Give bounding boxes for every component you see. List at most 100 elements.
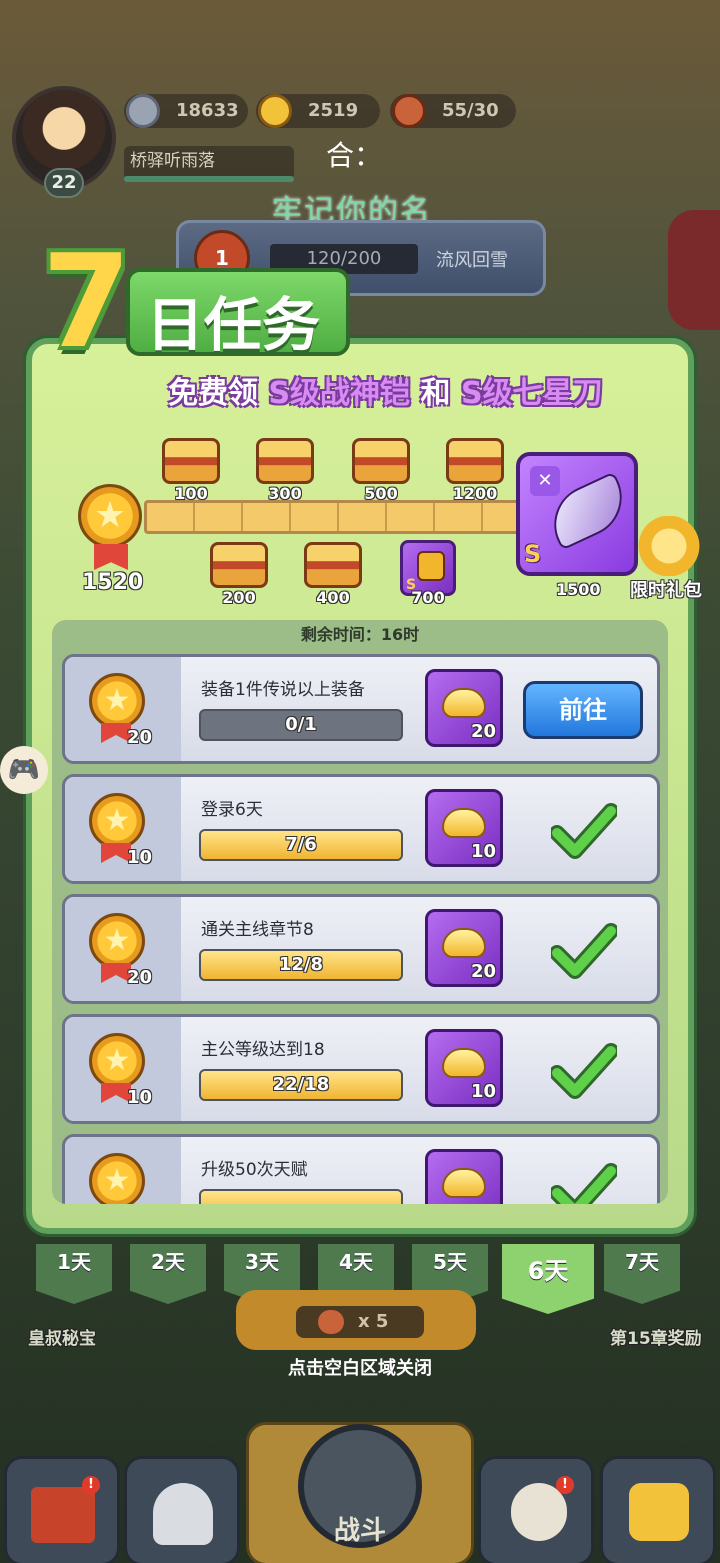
tab-day-6[interactable]: 6天 <box>502 1244 594 1314</box>
task-points: 10 <box>127 1087 153 1108</box>
shop-gate-icon <box>31 1487 95 1543</box>
silver-value: 18633 <box>176 100 239 121</box>
chest-icon[interactable] <box>304 542 362 588</box>
sword-tag-icon: ✕ <box>530 466 560 496</box>
stamina-value: 55/30 <box>442 100 499 121</box>
task-row: ★ 20 装备1件传说以上装备 0/1 20 前往 <box>62 654 660 764</box>
task-points: 20 <box>127 727 153 748</box>
chest-threshold: 700 <box>411 588 445 607</box>
shop-alert-badge: ! <box>82 1476 100 1494</box>
meat-icon <box>392 94 426 128</box>
gold-value: 2519 <box>308 100 359 121</box>
nav-rooster-button[interactable] <box>478 1456 594 1563</box>
chest-icon[interactable] <box>352 438 410 484</box>
helmet-icon <box>153 1483 213 1545</box>
player-name: 桥驿听雨落 <box>124 146 294 180</box>
rooster-alert-badge: ! <box>556 1476 574 1494</box>
task-reward-amount: 20 <box>470 961 496 982</box>
meat-count-value: x 5 <box>358 1311 389 1332</box>
nav-upgrade-button[interactable] <box>600 1456 716 1563</box>
nav-shop-button[interactable] <box>4 1456 120 1563</box>
gift-pack-label[interactable]: 限时礼包 <box>630 576 702 602</box>
chest-icon[interactable] <box>162 438 220 484</box>
check-mark-icon <box>551 923 617 979</box>
chapter-reward-label[interactable]: 第15章奖励 <box>610 1324 702 1349</box>
tab-day-1[interactable]: 1天 <box>36 1244 112 1304</box>
task-progress-text: 0/1 <box>285 714 317 735</box>
total-score: 1520 <box>82 570 144 595</box>
task-reward[interactable]: 10 <box>425 1029 503 1107</box>
chest-threshold: 400 <box>316 588 350 607</box>
chest-icon[interactable] <box>256 438 314 484</box>
player-xp-bar <box>124 176 294 182</box>
task-row: ★ 10 登录6天 7/6 10 <box>62 774 660 884</box>
gold-ingot-icon <box>258 94 292 128</box>
silver-coin-icon <box>126 94 160 128</box>
upgrade-fist-icon <box>629 1483 689 1541</box>
close-hint[interactable]: 点击空白区域关闭 <box>0 1354 720 1380</box>
task-progress-bar: 0/1 <box>199 709 403 741</box>
task-progress-bar <box>199 1189 403 1204</box>
gamepad-icon[interactable]: 🎮 <box>0 746 48 794</box>
gold-ingot-icon <box>442 688 486 718</box>
gold-ingot-icon <box>442 1048 486 1078</box>
task-reward-amount: 20 <box>470 721 496 742</box>
medal-icon: ★ <box>89 793 145 849</box>
task-progress-bar: 12/8 <box>199 949 403 981</box>
chest-threshold: 300 <box>268 484 302 503</box>
task-reward[interactable] <box>425 1149 503 1204</box>
task-reward-amount: 10 <box>470 1081 496 1102</box>
final-reward-grade: S <box>524 540 542 568</box>
chest-threshold: 500 <box>364 484 398 503</box>
task-reward[interactable]: 20 <box>425 909 503 987</box>
final-reward-blade-card[interactable]: ✕ S <box>516 452 638 576</box>
check-mark-icon <box>551 803 617 859</box>
armor-icon <box>417 551 445 581</box>
task-progress-bar: 7/6 <box>199 829 403 861</box>
gold-ingot-icon <box>442 928 486 958</box>
task-points: 10 <box>127 847 153 868</box>
check-mark-icon <box>551 1043 617 1099</box>
task-reward-amount: 10 <box>470 841 496 862</box>
subtitle-item-armor: S级战神铠 <box>268 376 411 411</box>
task-list[interactable]: 剩余时间：16时 ★ 20 装备1件传说以上装备 0/1 20 前往 ★ 10 … <box>52 620 668 1204</box>
battle-label: 战斗 <box>333 1516 386 1546</box>
medal-icon: ★ <box>89 1033 145 1089</box>
remaining-time: 剩余时间：16时 <box>300 625 420 644</box>
side-character-portrait <box>668 210 720 330</box>
panel-title: 日任务 <box>146 291 321 359</box>
task-reward[interactable]: 10 <box>425 789 503 867</box>
nav-hero-button[interactable] <box>124 1456 240 1563</box>
chest-threshold: 1200 <box>452 484 498 503</box>
medal-icon: ★ <box>89 913 145 969</box>
uncle-treasure-label[interactable]: 皇叔秘宝 <box>28 1324 96 1349</box>
total-score-medal-icon: ★ <box>78 484 142 548</box>
meat-count: x 5 <box>296 1306 424 1338</box>
overlay-caption-1: 合： <box>326 139 383 172</box>
chest-icon[interactable] <box>446 438 504 484</box>
check-mark-icon <box>551 1163 617 1204</box>
task-title: 通关主线章节8 <box>201 920 314 940</box>
task-points: 20 <box>127 967 153 988</box>
task-progress-text: 7/6 <box>285 834 317 855</box>
panel-subtitle: 免费领 S级战神铠 和 S级七星刀 <box>168 368 603 412</box>
gold-ingot-icon <box>442 808 486 838</box>
chest-threshold: 100 <box>174 484 208 503</box>
rank-name: 流风回雪 <box>436 250 508 271</box>
gift-pack-icon[interactable] <box>638 516 700 576</box>
medal-icon: ★ <box>89 1153 145 1204</box>
task-reward[interactable]: 20 <box>425 669 503 747</box>
goto-button[interactable]: 前往 <box>523 681 643 739</box>
subtitle-item-blade: S级七星刀 <box>460 376 603 411</box>
task-progress-text: 12/8 <box>278 954 324 975</box>
subtitle-prefix: 免费领 <box>168 376 258 411</box>
final-reward-threshold: 1500 <box>556 580 601 599</box>
task-row: ★ 10 主公等级达到18 22/18 10 <box>62 1014 660 1124</box>
task-row: ★ 升级50次天赋 <box>62 1134 660 1204</box>
task-progress-text: 22/18 <box>272 1074 330 1095</box>
tab-day-2[interactable]: 2天 <box>130 1244 206 1304</box>
chest-icon[interactable] <box>210 542 268 588</box>
score-progress-track <box>144 500 532 534</box>
tab-day-7[interactable]: 7天 <box>604 1244 680 1304</box>
task-title: 装备1件传说以上装备 <box>201 680 365 700</box>
